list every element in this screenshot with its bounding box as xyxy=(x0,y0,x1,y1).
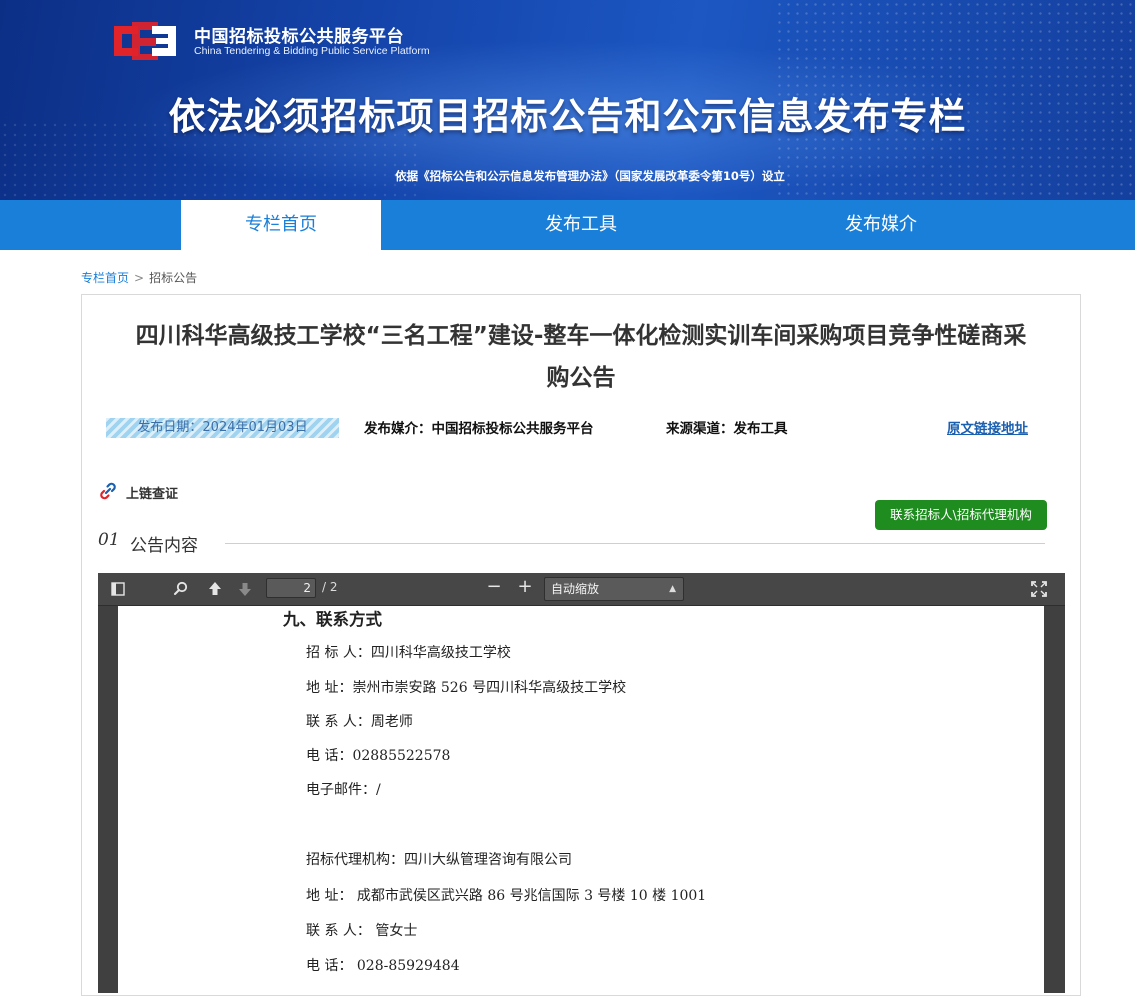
article-title: 四川科华高级技工学校“三名工程”建设-整车一体化检测实训车间采购项目竞争性磋商采… xyxy=(82,315,1080,399)
zoom-select-value: 自动缩放 xyxy=(551,582,600,596)
nav-item-publish-media[interactable]: 发布媒介 xyxy=(781,200,981,250)
pdf-page: 九、联系方式 招 标 人：四川科华高级技工学校 地 址：崇州市崇安路 526 号… xyxy=(118,606,1044,993)
breadcrumb-separator: > xyxy=(134,271,145,285)
source-channel: 来源渠道：发布工具 xyxy=(666,421,788,437)
pdf-line-tenderer: 招 标 人：四川科华高级技工学校 xyxy=(306,645,511,661)
contact-tenderer-button[interactable]: 联系招标人\招标代理机构 xyxy=(875,500,1047,530)
original-link[interactable]: 原文链接地址 xyxy=(947,417,1028,437)
page-up-icon[interactable] xyxy=(204,578,226,600)
platform-name-en: China Tendering & Bidding Public Service… xyxy=(194,45,430,57)
article-title-line-1: 四川科华高级技工学校“三名工程”建设-整车一体化检测实训车间采购项目竞争性磋商采 xyxy=(135,323,1027,349)
breadcrumb-home-link[interactable]: 专栏首页 xyxy=(81,271,129,285)
pdf-section-heading: 九、联系方式 xyxy=(283,610,382,629)
fullscreen-icon[interactable] xyxy=(1028,578,1050,600)
zoom-out-button[interactable]: − xyxy=(483,576,505,598)
main-nav: 专栏首页 发布工具 发布媒介 xyxy=(0,200,1135,250)
zoom-select[interactable]: 自动缩放 ▲▼ xyxy=(544,577,684,616)
nav-item-home[interactable]: 专栏首页 xyxy=(181,200,381,250)
pdf-line-email: 电子邮件：/ xyxy=(306,782,381,798)
article-title-line-2: 购公告 xyxy=(546,365,616,391)
pdf-line-address: 地 址：崇州市崇安路 526 号四川科华高级技工学校 xyxy=(306,680,627,696)
chain-verify-label: 上链查证 xyxy=(126,487,179,502)
pdf-line-phone: 电 话：02885522578 xyxy=(306,748,451,764)
section-title: 公告内容 xyxy=(130,536,198,556)
publish-media: 发布媒介：中国招标投标公共服务平台 xyxy=(364,421,594,437)
page-total: / 2 xyxy=(322,580,338,594)
pdf-line-agency-contact: 联 系 人： 管女士 xyxy=(306,923,418,939)
publish-date: 发布日期：2024年01月03日 xyxy=(106,418,339,438)
breadcrumb-current: 招标公告 xyxy=(149,271,198,285)
sidebar-toggle-icon[interactable] xyxy=(107,578,129,600)
nav-item-publish-tools[interactable]: 发布工具 xyxy=(481,200,681,250)
breadcrumb: 专栏首页 > 招标公告 xyxy=(81,269,197,286)
page-number-input[interactable]: 2 xyxy=(266,578,316,598)
article-panel: 四川科华高级技工学校“三名工程”建设-整车一体化检测实训车间采购项目竞争性磋商采… xyxy=(81,294,1081,996)
pdf-line-agency-phone: 电 话： 028-85929484 xyxy=(306,958,460,974)
search-icon[interactable] xyxy=(170,578,192,600)
platform-logo-icon[interactable] xyxy=(108,18,180,62)
pdf-line-contact: 联 系 人：周老师 xyxy=(306,714,413,730)
banner-subtitle: 依据《招标公告和公示信息发布管理办法》（国家发展改革委令第10号）设立 xyxy=(395,169,785,183)
pdf-viewer[interactable]: 2 / 2 − + 自动缩放 ▲▼ 九、联系方式 招 标 人：四川科华高级技工学… xyxy=(98,573,1065,993)
platform-name-cn: 中国招标投标公共服务平台 xyxy=(194,27,404,47)
page-banner-title: 依法必须招标项目招标公告和公示信息发布专栏 xyxy=(168,95,967,138)
section-divider xyxy=(225,543,1045,544)
page-down-icon[interactable] xyxy=(234,578,256,600)
pdf-line-agency-address: 地 址： 成都市武侯区武兴路 86 号兆信国际 3 号楼 10 楼 1001 xyxy=(306,888,707,904)
pdf-line-agency: 招标代理机构：四川大纵管理咨询有限公司 xyxy=(306,852,572,868)
chain-link-icon xyxy=(100,482,116,500)
section-number: 01 xyxy=(98,530,120,550)
header-banner: 中国招标投标公共服务平台 China Tendering & Bidding P… xyxy=(0,0,1135,200)
pdf-toolbar: 2 / 2 − + 自动缩放 ▲▼ xyxy=(98,573,1065,616)
zoom-in-button[interactable]: + xyxy=(514,576,536,598)
